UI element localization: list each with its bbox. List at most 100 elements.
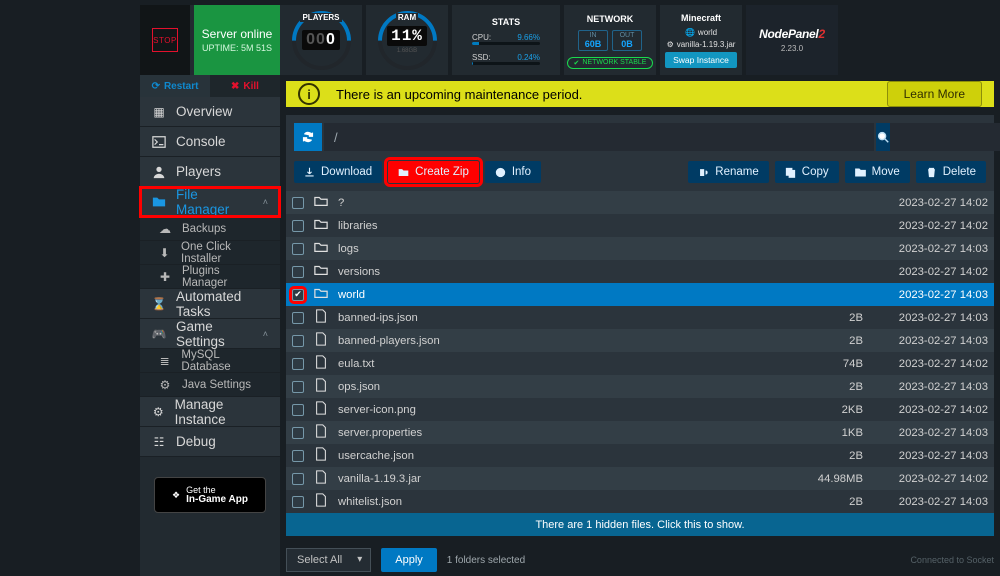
copy-button[interactable]: Copy	[775, 161, 839, 183]
nav-players[interactable]: Players	[140, 157, 280, 187]
row-checkbox[interactable]	[292, 496, 304, 508]
row-checkbox[interactable]	[292, 266, 304, 278]
server-status: Server online UPTIME: 5M 51S	[194, 5, 280, 75]
file-size: 2B	[793, 335, 863, 347]
row-checkbox[interactable]	[292, 358, 304, 370]
network-card: NETWORK IN60B OUT0B ✔NETWORK STABLE	[564, 5, 656, 75]
chevron-up-icon: ˄	[263, 329, 268, 339]
stop-card: STOP	[140, 5, 190, 75]
swap-instance-button[interactable]: Swap Instance	[665, 52, 737, 68]
stop-button[interactable]: STOP	[152, 28, 178, 52]
nav-debug[interactable]: ☷Debug	[140, 427, 280, 457]
nav-console[interactable]: Console	[140, 127, 280, 157]
select-all-dropdown[interactable]: Select All	[286, 548, 371, 572]
table-row[interactable]: versions2023-02-27 14:02	[286, 260, 994, 283]
file-icon	[314, 493, 328, 510]
table-row[interactable]: banned-ips.json2B2023-02-27 14:03	[286, 306, 994, 329]
file-name: ?	[338, 197, 793, 209]
row-checkbox[interactable]	[292, 404, 304, 416]
table-row[interactable]: server-icon.png2KB2023-02-27 14:02	[286, 398, 994, 421]
folder-icon	[314, 263, 328, 280]
nav-manage-instance[interactable]: ⚙Manage Instance	[140, 397, 280, 427]
folder-icon	[314, 240, 328, 257]
nav-automated[interactable]: ⌛Automated Tasks	[140, 289, 280, 319]
file-size: 2B	[793, 312, 863, 324]
network-stable-badge: ✔NETWORK STABLE	[567, 57, 654, 69]
kill-button[interactable]: ✖Kill	[210, 75, 280, 97]
file-name: server-icon.png	[338, 404, 793, 416]
file-name: eula.txt	[338, 358, 793, 370]
file-name: whitelist.json	[338, 496, 793, 508]
row-checkbox[interactable]	[292, 243, 304, 255]
search-input[interactable]	[890, 123, 1000, 151]
restart-button[interactable]: ⟳Restart	[140, 75, 210, 97]
row-checkbox[interactable]	[292, 312, 304, 324]
file-name: vanilla-1.19.3.jar	[338, 473, 793, 485]
in-game-app-promo[interactable]: ❖ Get the In-Game App	[154, 477, 266, 513]
create-zip-button[interactable]: Create Zip	[388, 161, 479, 183]
nav-one-click[interactable]: ⬇One Click Installer	[140, 241, 280, 265]
file-table: ?2023-02-27 14:02libraries2023-02-27 14:…	[286, 191, 994, 536]
table-row[interactable]: eula.txt74B2023-02-27 14:02	[286, 352, 994, 375]
hidden-files-row[interactable]: There are 1 hidden files. Click this to …	[286, 513, 994, 536]
row-checkbox[interactable]	[292, 220, 304, 232]
row-checkbox[interactable]	[292, 473, 304, 485]
table-row[interactable]: ✔world2023-02-27 14:03	[286, 283, 994, 306]
robot-icon: ⌛	[152, 297, 166, 311]
bug-icon: ☷	[152, 435, 166, 449]
table-row[interactable]: usercache.json2B2023-02-27 14:03	[286, 444, 994, 467]
table-row[interactable]: vanilla-1.19.3.jar44.98MB2023-02-27 14:0…	[286, 467, 994, 490]
search-icon[interactable]	[876, 123, 890, 151]
header-stats-row: PLAYERS 000 RAM 11% 1.68GB STATS CPU:9.6…	[280, 5, 1000, 75]
table-row[interactable]: logs2023-02-27 14:03	[286, 237, 994, 260]
file-date: 2023-02-27 14:02	[863, 266, 988, 278]
file-date: 2023-02-27 14:02	[863, 404, 988, 416]
nav-game-settings[interactable]: 🎮Game Settings˄	[140, 319, 280, 349]
refresh-icon[interactable]	[294, 123, 322, 151]
nav-mysql[interactable]: ≣MySQL Database	[140, 349, 280, 373]
table-row[interactable]: whitelist.json2B2023-02-27 14:03	[286, 490, 994, 513]
table-row[interactable]: ?2023-02-27 14:02	[286, 191, 994, 214]
row-checkbox[interactable]	[292, 381, 304, 393]
file-size: 74B	[793, 358, 863, 370]
info-button[interactable]: Info	[485, 161, 541, 183]
file-date: 2023-02-27 14:02	[863, 358, 988, 370]
chevron-up-icon: ˄	[263, 197, 268, 207]
app-line2: In-Game App	[186, 495, 248, 505]
file-name: banned-players.json	[338, 335, 793, 347]
table-row[interactable]: ops.json2B2023-02-27 14:03	[286, 375, 994, 398]
rename-button[interactable]: Rename	[688, 161, 768, 183]
file-toolbar: Download Create Zip Info Rename Copy Mov…	[286, 115, 994, 191]
nav-file-manager[interactable]: File Manager˄	[140, 187, 280, 217]
grid-icon: ▦	[152, 105, 166, 119]
nav-plugins[interactable]: ✚Plugins Manager	[140, 265, 280, 289]
row-checkbox[interactable]	[292, 335, 304, 347]
table-row[interactable]: libraries2023-02-27 14:02	[286, 214, 994, 237]
nav-backups[interactable]: ☁Backups	[140, 217, 280, 241]
puzzle-icon: ✚	[158, 270, 172, 284]
file-date: 2023-02-27 14:03	[863, 335, 988, 347]
nav-java[interactable]: ⚙Java Settings	[140, 373, 280, 397]
delete-button[interactable]: Delete	[916, 161, 986, 183]
nodepanel-logo: NodePanel2 2.23.0	[746, 5, 838, 75]
uptime-text: UPTIME: 5M 51S	[202, 43, 272, 53]
table-row[interactable]: server.properties1KB2023-02-27 14:03	[286, 421, 994, 444]
path-input[interactable]	[324, 123, 874, 151]
folder-icon	[314, 194, 328, 211]
move-button[interactable]: Move	[845, 161, 910, 183]
gamepad-icon: 🎮	[152, 327, 166, 341]
file-size: 2B	[793, 381, 863, 393]
row-checkbox[interactable]: ✔	[292, 289, 304, 301]
folder-icon	[314, 286, 328, 303]
gear-icon: ⚙	[152, 405, 165, 419]
download-button[interactable]: Download	[294, 161, 382, 183]
restart-icon: ⟳	[152, 81, 160, 92]
row-checkbox[interactable]	[292, 450, 304, 462]
apply-button[interactable]: Apply	[381, 548, 437, 572]
nav-overview[interactable]: ▦Overview	[140, 97, 280, 127]
file-icon	[314, 424, 328, 441]
learn-more-button[interactable]: Learn More	[887, 81, 982, 107]
row-checkbox[interactable]	[292, 197, 304, 209]
table-row[interactable]: banned-players.json2B2023-02-27 14:03	[286, 329, 994, 352]
row-checkbox[interactable]	[292, 427, 304, 439]
